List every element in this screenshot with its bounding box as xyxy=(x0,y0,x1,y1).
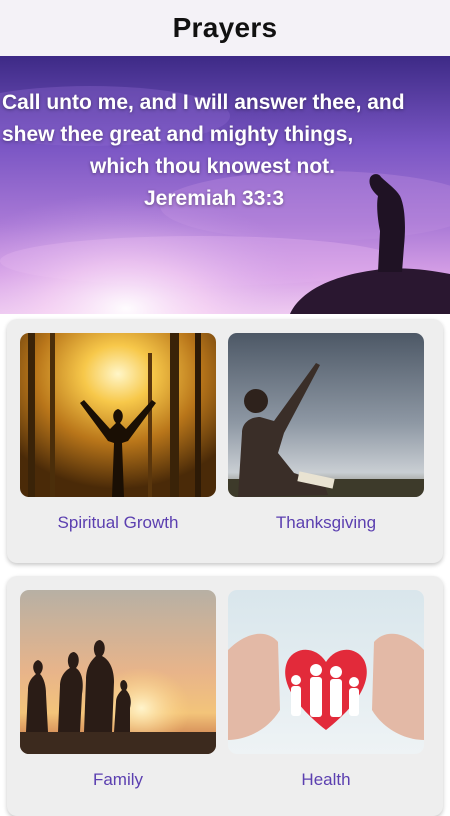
category-card-row-1: Spiritual Growth Thanksgiving xyxy=(7,319,443,563)
app-bar: Prayers xyxy=(0,0,450,56)
family-image xyxy=(20,590,216,754)
category-spiritual-growth[interactable]: Spiritual Growth xyxy=(20,333,216,533)
verse-banner: Call unto me, and I will answer thee, an… xyxy=(0,56,450,314)
category-label: Spiritual Growth xyxy=(57,513,179,532)
category-label: Thanksgiving xyxy=(275,513,377,532)
verse-reference: Jeremiah 33:3 xyxy=(144,187,285,210)
category-family[interactable]: Family xyxy=(20,590,216,790)
spiritual-growth-image xyxy=(20,333,216,497)
health-image xyxy=(228,590,424,754)
page-title: Prayers xyxy=(172,12,278,43)
thanksgiving-image xyxy=(228,333,424,497)
verse-line-2: shew thee great and mighty things, xyxy=(2,123,354,146)
category-card-row-2: Family Health xyxy=(7,576,443,816)
verse-text: Call unto me, and I will answer thee, an… xyxy=(0,87,450,215)
category-thanksgiving[interactable]: Thanksgiving xyxy=(228,333,424,533)
category-label: Family xyxy=(92,770,144,789)
verse-line-3: which thou knowest not. xyxy=(90,155,335,178)
verse-line-1: Call unto me, and I will answer thee, an… xyxy=(2,91,405,114)
category-label: Health xyxy=(301,770,351,789)
category-health[interactable]: Health xyxy=(228,590,424,790)
